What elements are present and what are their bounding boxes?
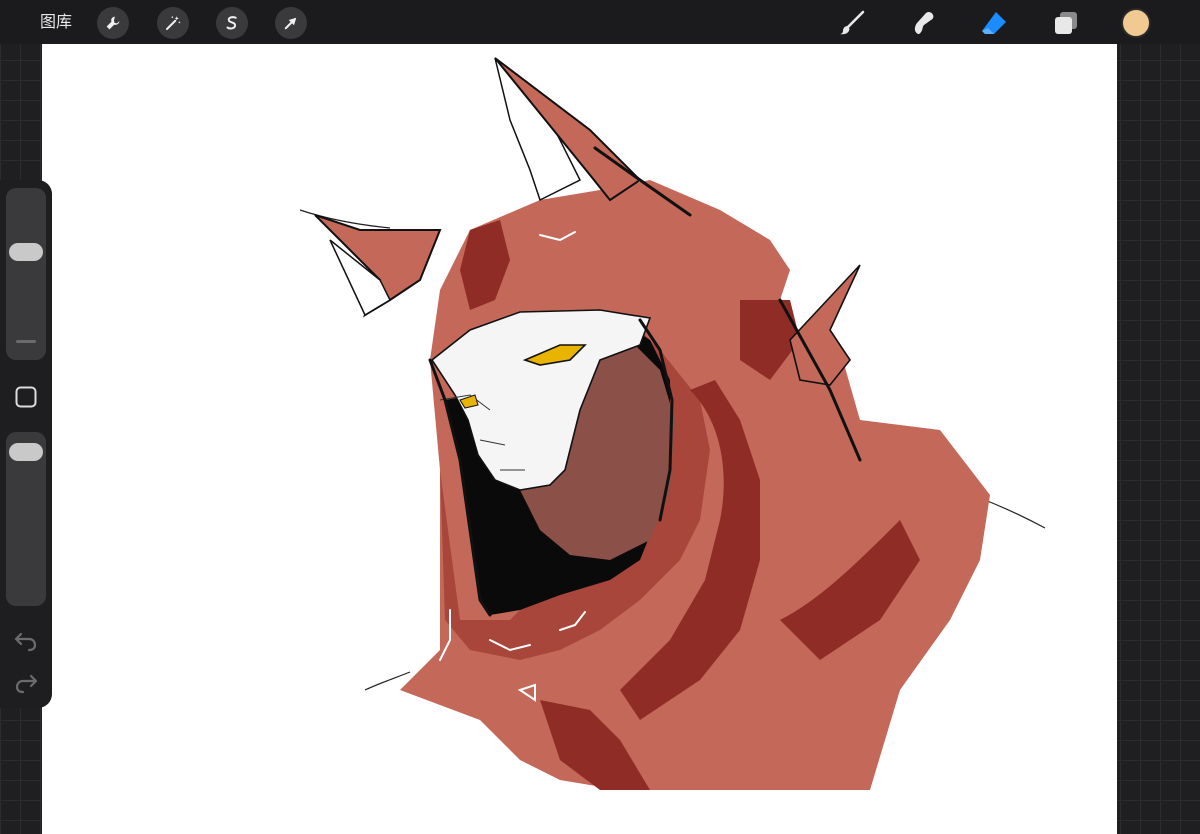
brush-size-slider[interactable] [6, 188, 46, 360]
layers-tool[interactable] [1051, 8, 1081, 38]
brush-tool[interactable] [837, 8, 867, 38]
smudge-icon [914, 11, 934, 34]
color-swatch[interactable] [1121, 8, 1151, 38]
arrow-icon [284, 17, 297, 30]
wrench-icon [106, 16, 120, 30]
slider-tick [16, 340, 36, 343]
modify-button[interactable] [15, 386, 37, 408]
adjustments-button[interactable] [157, 7, 189, 39]
gallery-button[interactable]: 图库 [40, 11, 72, 33]
drawing-canvas[interactable] [42, 44, 1117, 834]
brush-size-thumb[interactable] [9, 242, 43, 261]
top-toolbar: 图库 [0, 0, 1200, 44]
transform-button[interactable] [275, 7, 307, 39]
redo-icon[interactable] [13, 672, 39, 694]
layers-icon [1055, 12, 1077, 34]
smudge-tool[interactable] [908, 8, 938, 38]
actions-button[interactable] [97, 7, 129, 39]
undo-icon[interactable] [13, 630, 39, 652]
selection-button[interactable] [216, 7, 248, 39]
opacity-slider[interactable] [6, 432, 46, 606]
artwork [299, 57, 1046, 790]
selection-s-icon [226, 16, 237, 30]
left-sidebar [0, 180, 52, 708]
eraser-tool[interactable] [979, 8, 1009, 38]
opacity-thumb[interactable] [9, 442, 43, 461]
eraser-icon [982, 12, 1006, 34]
magic-wand-icon [166, 15, 181, 30]
brush-icon [840, 10, 865, 35]
